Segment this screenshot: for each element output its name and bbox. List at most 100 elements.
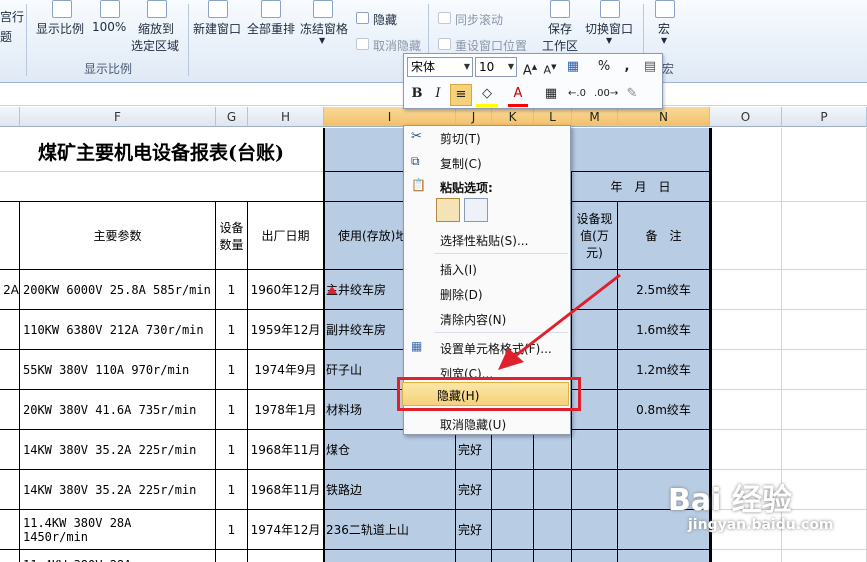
cell-params[interactable]: 14KW 380V 35.2A 225r/min bbox=[20, 470, 216, 510]
cell-empty[interactable] bbox=[782, 270, 867, 310]
cell-blank[interactable] bbox=[534, 510, 572, 550]
cell-date[interactable]: 1960年12月 bbox=[248, 270, 324, 310]
menu-item-paste-special[interactable]: 选择性粘贴(S)... bbox=[440, 232, 528, 249]
cell-remark[interactable]: 1.6m绞车 bbox=[618, 310, 710, 350]
cell-qty[interactable]: 1 bbox=[216, 470, 248, 510]
cell-prev-col[interactable] bbox=[0, 310, 20, 350]
menu-item-unhide[interactable]: 取消隐藏(U) bbox=[440, 416, 506, 433]
cell-qty[interactable]: 1 bbox=[216, 430, 248, 470]
cell-date[interactable]: 1968年11月 bbox=[248, 470, 324, 510]
cell-blank[interactable] bbox=[572, 510, 618, 550]
cell-remark[interactable]: 2.5m绞车 bbox=[618, 270, 710, 310]
zoom-100-button[interactable]: 100% bbox=[92, 20, 126, 34]
unhide-window-button[interactable]: 取消隐藏 bbox=[373, 37, 421, 54]
reset-window-position-button[interactable]: 重设窗口位置 bbox=[455, 37, 527, 54]
shrink-font-button[interactable]: A▼ bbox=[541, 57, 559, 81]
cell-date[interactable]: 1978年1月 bbox=[248, 390, 324, 430]
cell-empty[interactable] bbox=[782, 390, 867, 430]
cell-prev-col[interactable] bbox=[0, 390, 20, 430]
cell-status[interactable]: 完好 bbox=[456, 470, 492, 510]
format-painter-icon[interactable]: ▤ bbox=[640, 57, 660, 77]
cell-empty[interactable] bbox=[782, 430, 867, 470]
align-center-button[interactable]: ≡ bbox=[450, 84, 472, 106]
cell-params[interactable]: 14KW 380V 35.2A 225r/min bbox=[20, 430, 216, 470]
column-header-o[interactable]: O bbox=[710, 107, 782, 127]
cell-blank[interactable] bbox=[492, 510, 534, 550]
sync-scroll-button[interactable]: 同步滚动 bbox=[455, 11, 503, 28]
percent-button[interactable]: % bbox=[594, 57, 614, 77]
column-header-g[interactable]: G bbox=[216, 107, 248, 127]
header-qty[interactable]: 设备 数量 bbox=[216, 202, 248, 270]
cell-date[interactable]: 1959年12月 bbox=[248, 310, 324, 350]
cell-qty[interactable]: 1 bbox=[216, 390, 248, 430]
cell-date-value[interactable]: 年 月 日 bbox=[572, 172, 710, 202]
increase-decimal-icon[interactable]: ←.0 bbox=[566, 84, 588, 104]
menu-item-delete[interactable]: 删除(D) bbox=[440, 286, 483, 303]
zoom-to-selection-button[interactable]: 缩放到 bbox=[138, 20, 174, 37]
cell-blank[interactable] bbox=[492, 430, 534, 470]
cell-blank[interactable] bbox=[572, 470, 618, 510]
chevron-down-icon[interactable]: ▼ bbox=[319, 36, 325, 45]
fill-color-icon[interactable]: ◇ bbox=[476, 84, 498, 107]
column-header-k[interactable]: K bbox=[492, 107, 534, 127]
cell-qty[interactable]: 1 bbox=[216, 310, 248, 350]
column-header-h[interactable]: H bbox=[248, 107, 324, 127]
cell-blank[interactable] bbox=[534, 470, 572, 510]
zoom-button[interactable]: 显示比例 bbox=[36, 20, 84, 37]
cell-blank[interactable] bbox=[572, 550, 618, 562]
cell-params[interactable]: 11.4KW 380V 28A bbox=[20, 550, 216, 562]
menu-item-cut[interactable]: 剪切(T) bbox=[440, 130, 481, 147]
column-header-j[interactable]: J bbox=[456, 107, 492, 127]
cell-status[interactable] bbox=[456, 550, 492, 562]
cell-qty[interactable]: 1 bbox=[216, 270, 248, 310]
cell-params[interactable]: 11.4KW 380V 28A 1450r/min bbox=[20, 510, 216, 550]
cell-prev-col[interactable]: 2A bbox=[0, 270, 20, 310]
cell-remark[interactable] bbox=[618, 430, 710, 470]
hide-window-button[interactable]: 隐藏 bbox=[373, 11, 397, 28]
cell-empty[interactable] bbox=[710, 390, 782, 430]
cell-date[interactable]: 1974年9月 bbox=[248, 350, 324, 390]
cell-blank[interactable] bbox=[0, 202, 20, 270]
column-header-m[interactable]: M bbox=[572, 107, 618, 127]
cell-empty[interactable] bbox=[782, 202, 867, 270]
cell-blank[interactable] bbox=[492, 550, 534, 562]
cell-empty[interactable] bbox=[710, 350, 782, 390]
font-color-icon[interactable]: A bbox=[508, 84, 528, 107]
bold-button[interactable]: B bbox=[407, 84, 427, 104]
header-date[interactable]: 出厂日期 bbox=[248, 202, 324, 270]
cell-empty[interactable] bbox=[710, 202, 782, 270]
chevron-down-icon[interactable]: ▼ bbox=[606, 36, 612, 45]
cell-location[interactable]: 236二轨道上山 bbox=[324, 510, 456, 550]
font-name-combobox[interactable]: 宋体 ▼ bbox=[407, 57, 473, 77]
column-header-f[interactable]: F bbox=[20, 107, 216, 127]
macros-button[interactable]: 宏 bbox=[658, 20, 670, 37]
paste-icon[interactable] bbox=[436, 198, 460, 222]
cell-empty[interactable] bbox=[710, 550, 782, 562]
menu-item-insert[interactable]: 插入(I) bbox=[440, 261, 477, 278]
cell-empty[interactable] bbox=[710, 270, 782, 310]
cell-prev-col[interactable] bbox=[0, 350, 20, 390]
header-remark[interactable]: 备 注 bbox=[618, 202, 710, 270]
cell-location[interactable] bbox=[324, 550, 456, 562]
cell-blank[interactable] bbox=[492, 470, 534, 510]
cell-remark[interactable] bbox=[618, 550, 710, 562]
paintbrush-icon[interactable]: ✎ bbox=[622, 84, 642, 104]
column-header-l[interactable]: L bbox=[534, 107, 572, 127]
freeze-panes-button[interactable]: 冻结窗格 bbox=[300, 20, 348, 37]
grow-font-button[interactable]: A▲ bbox=[520, 57, 540, 81]
column-header-i[interactable]: I bbox=[324, 107, 456, 127]
cell-empty[interactable] bbox=[710, 430, 782, 470]
cell-date[interactable]: 1968年11月 bbox=[248, 430, 324, 470]
cell-params[interactable]: 55KW 380V 110A 970r/min bbox=[20, 350, 216, 390]
cell-empty[interactable] bbox=[782, 128, 867, 202]
cell-location[interactable]: 煤仓 bbox=[324, 430, 456, 470]
cell-blank[interactable] bbox=[534, 550, 572, 562]
italic-button[interactable]: I bbox=[428, 84, 448, 104]
borders-icon[interactable]: ▦ bbox=[542, 84, 560, 104]
cell-blank[interactable] bbox=[572, 430, 618, 470]
cell-prev-col[interactable] bbox=[0, 510, 20, 550]
cell-remark[interactable]: 0.8m绞车 bbox=[618, 390, 710, 430]
chevron-down-icon[interactable]: ▼ bbox=[661, 36, 667, 45]
cell-empty[interactable] bbox=[782, 550, 867, 562]
new-window-button[interactable]: 新建窗口 bbox=[193, 20, 241, 37]
